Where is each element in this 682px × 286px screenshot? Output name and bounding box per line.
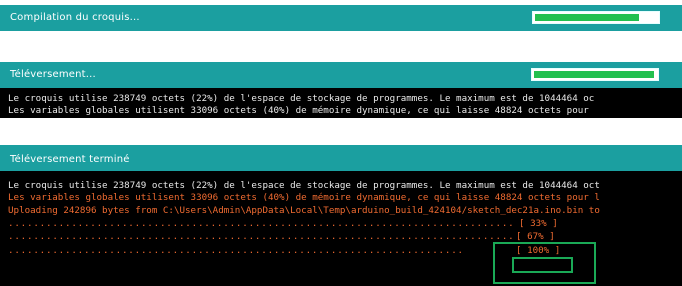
progress-100-highlight-box [512,257,573,273]
console-line-globals: Les variables globales utilisent 33096 o… [8,192,600,203]
upload-progress-fill [534,71,654,78]
console-line-sketch-size: Le croquis utilise 238749 octets (22%) d… [8,93,595,104]
console-line-sketch-size: Le croquis utilise 238749 octets (22%) d… [8,180,600,191]
upload-status-text: Téléversement... [10,69,96,80]
upload-done-status-text: Téléversement terminé [10,154,130,165]
progress-dots-row-2: ........................................… [8,231,515,242]
compile-progress-bar [532,11,660,24]
progress-dots-row-3: ........................................… [8,245,464,256]
console-line-uploading: Uploading 242896 bytes from C:\Users\Adm… [8,205,600,216]
upload-console[interactable]: Le croquis utilise 238749 octets (22%) d… [0,88,682,118]
upload-status-bar: Téléversement... [0,62,682,88]
compile-progress-fill [535,14,639,21]
compile-status-text: Compilation du croquis... [10,12,140,23]
progress-67-label: [ 67% ] [516,231,555,242]
console-line-globals: Les variables globales utilisent 33096 o… [8,105,589,116]
progress-33-label: [ 33% ] [519,218,558,229]
upload-done-status-bar: Téléversement terminé [0,145,682,171]
upload-progress-bar [531,68,659,81]
progress-dots-row-1: ........................................… [8,218,515,229]
compile-status-bar: Compilation du croquis... [0,5,682,31]
